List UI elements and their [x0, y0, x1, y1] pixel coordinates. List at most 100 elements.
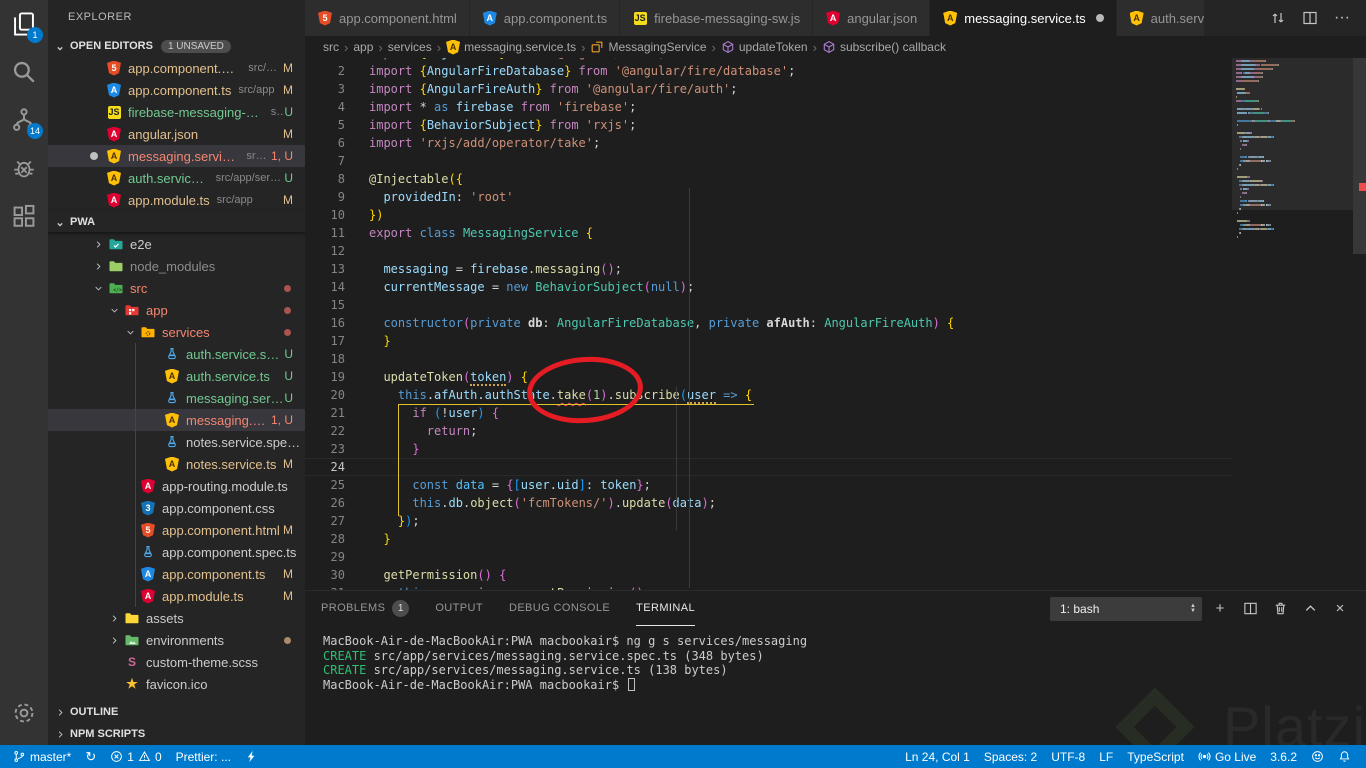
open-editor-item[interactable]: 5 app.component.html src/app M — [48, 57, 305, 79]
line-number[interactable]: 24 — [305, 458, 345, 476]
line-number[interactable]: 16 — [305, 314, 345, 332]
activity-debug[interactable] — [0, 144, 48, 192]
code-line-21[interactable]: 21 if (!user) { — [305, 404, 1232, 422]
code-line-29[interactable]: 29 — [305, 548, 1232, 566]
activity-extensions[interactable] — [0, 192, 48, 240]
code-line-20[interactable]: 20 this.afAuth.authState.take(1).subscri… — [305, 386, 1232, 404]
project-root-header[interactable]: ⌄ PWA — [48, 211, 305, 233]
tree-item-app-component-html[interactable]: 5 app.component.html M — [48, 519, 305, 541]
code-editor[interactable]: 1import {Injectable} from '@angular/core… — [305, 58, 1366, 590]
line-number[interactable]: 22 — [305, 422, 345, 440]
tab-app-component-html[interactable]: 5 app.component.html — [305, 0, 470, 36]
open-editor-item[interactable]: JS firebase-messaging-sw.js src U — [48, 101, 305, 123]
tree-item-app-component-ts[interactable]: A app.component.ts M — [48, 563, 305, 585]
tree-item-favicon-ico[interactable]: ★ favicon.ico — [48, 673, 305, 695]
section-outline[interactable]: OUTLINE — [48, 701, 305, 723]
line-number[interactable]: 10 — [305, 206, 345, 224]
code-line-5[interactable]: 5 import {BehaviorSubject} from 'rxjs'; — [305, 116, 1232, 134]
code-line-23[interactable]: 23 } — [305, 440, 1232, 458]
code-line-2[interactable]: 2 import {AngularFireDatabase} from '@ang… — [305, 62, 1232, 80]
code-line-15[interactable]: 15 — [305, 296, 1232, 314]
line-number[interactable]: 14 — [305, 278, 345, 296]
maximize-panel-button[interactable] — [1298, 597, 1322, 621]
new-terminal-button[interactable]: + — [1208, 597, 1232, 621]
line-number[interactable]: 19 — [305, 368, 345, 386]
breadcrumb-subscribe-callback[interactable]: subscribe() callback — [822, 40, 946, 54]
breadcrumb-messaging-service-ts[interactable]: Amessaging.service.ts — [446, 39, 576, 55]
kill-terminal-button[interactable] — [1268, 597, 1292, 621]
tree-item-e2e[interactable]: e2e — [48, 233, 305, 255]
notifications-button[interactable] — [1331, 745, 1358, 768]
language-mode[interactable]: TypeScript — [1120, 745, 1191, 768]
line-number[interactable]: 29 — [305, 548, 345, 566]
line-number[interactable]: 25 — [305, 476, 345, 494]
indentation[interactable]: Spaces: 2 — [977, 745, 1044, 768]
tree-item-notes-service-spec-ts[interactable]: notes.service.spec.ts — [48, 431, 305, 453]
tab-app-component-ts[interactable]: Aapp.component.ts — [469, 0, 621, 36]
line-number[interactable]: 12 — [305, 242, 345, 260]
tree-item-services[interactable]: services — [48, 321, 305, 343]
breadcrumb-updateToken[interactable]: updateToken — [721, 40, 808, 54]
tree-item-auth-service-spec-ts[interactable]: auth.service.spec.ts U — [48, 343, 305, 365]
tree-item-app-module-ts[interactable]: A app.module.ts M — [48, 585, 305, 607]
lightning-button[interactable] — [238, 745, 265, 768]
open-editor-item[interactable]: A angular.json M — [48, 123, 305, 145]
sync-button[interactable]: ↻ — [78, 745, 103, 768]
line-number[interactable]: 23 — [305, 440, 345, 458]
git-branch-item[interactable]: master* — [6, 745, 78, 768]
open-changes-button[interactable] — [1264, 4, 1292, 32]
code-line-3[interactable]: 3 import {AngularFireAuth} from '@angular… — [305, 80, 1232, 98]
open-editors-header[interactable]: ⌄ OPEN EDITORS 1 UNSAVED — [48, 35, 305, 57]
code-line-11[interactable]: 11 export class MessagingService { — [305, 224, 1232, 242]
code-line-22[interactable]: 22 return; — [305, 422, 1232, 440]
line-number[interactable]: 7 — [305, 152, 345, 170]
tree-item-auth-service-ts[interactable]: A auth.service.ts U — [48, 365, 305, 387]
code-line-25[interactable]: 25 const data = {[user.uid]: token}; — [305, 476, 1232, 494]
activity-explorer[interactable]: 1 — [0, 0, 48, 48]
split-terminal-button[interactable] — [1238, 597, 1262, 621]
tree-item-environments[interactable]: environments — [48, 629, 305, 651]
go-live-button[interactable]: Go Live — [1191, 745, 1263, 768]
tab-messaging-service-ts[interactable]: Amessaging.service.ts — [930, 0, 1117, 36]
open-editor-item[interactable]: A messaging.service.ts src/... 1, U — [48, 145, 305, 167]
code-line-7[interactable]: 7 — [305, 152, 1232, 170]
terminal-picker[interactable]: 1: bash ▲ ▼ — [1050, 596, 1202, 621]
line-number[interactable]: 15 — [305, 296, 345, 314]
tree-item-assets[interactable]: assets — [48, 607, 305, 629]
line-number[interactable]: 4 — [305, 98, 345, 116]
feedback-button[interactable] — [1304, 745, 1331, 768]
more-actions-button[interactable]: ··· — [1328, 4, 1356, 32]
line-number[interactable]: 6 — [305, 134, 345, 152]
panel-tab-output[interactable]: OUTPUT — [435, 591, 483, 626]
code-line-9[interactable]: 9 providedIn: 'root' — [305, 188, 1232, 206]
line-number[interactable]: 18 — [305, 350, 345, 368]
tree-item-app-routing-module-ts[interactable]: A app-routing.module.ts — [48, 475, 305, 497]
scrollbar-thumb[interactable] — [1353, 58, 1366, 254]
tree-item-src[interactable]: </> src — [48, 277, 305, 299]
open-editor-item[interactable]: A app.module.ts src/app M — [48, 189, 305, 211]
tab-angular-json[interactable]: Aangular.json — [813, 0, 931, 36]
tab-auth-servi[interactable]: Aauth.servi — [1116, 0, 1205, 36]
line-number[interactable]: 17 — [305, 332, 345, 350]
close-panel-button[interactable]: × — [1328, 597, 1352, 621]
line-number[interactable]: 8 — [305, 170, 345, 188]
problems-summary[interactable]: 1 0 — [103, 745, 168, 768]
activity-settings[interactable] — [0, 689, 48, 737]
extension-version[interactable]: 3.6.2 — [1263, 745, 1304, 768]
tree-item-app[interactable]: app — [48, 299, 305, 321]
line-number[interactable]: 13 — [305, 260, 345, 278]
tab-firebase-messaging-sw-js[interactable]: JS firebase-messaging-sw.js — [620, 0, 814, 36]
line-number[interactable]: 5 — [305, 116, 345, 134]
open-editor-item[interactable]: A auth.service.ts src/app/servi... U — [48, 167, 305, 189]
line-number[interactable]: 2 — [305, 62, 345, 80]
panel-tab-terminal[interactable]: TERMINAL — [636, 591, 695, 626]
code-line-19[interactable]: 19 updateToken(token) { — [305, 368, 1232, 386]
tree-item-app-component-spec-ts[interactable]: app.component.spec.ts — [48, 541, 305, 563]
prettier-item[interactable]: Prettier: ... — [169, 745, 238, 768]
code-line-30[interactable]: 30 getPermission() { — [305, 566, 1232, 584]
editor-scrollbar[interactable] — [1353, 58, 1366, 590]
tree-item-messaging-service-ts[interactable]: A messaging.service.ts 1, U — [48, 409, 305, 431]
code-line-24[interactable]: 24 — [305, 458, 1232, 476]
line-number[interactable]: 9 — [305, 188, 345, 206]
line-number[interactable]: 11 — [305, 224, 345, 242]
